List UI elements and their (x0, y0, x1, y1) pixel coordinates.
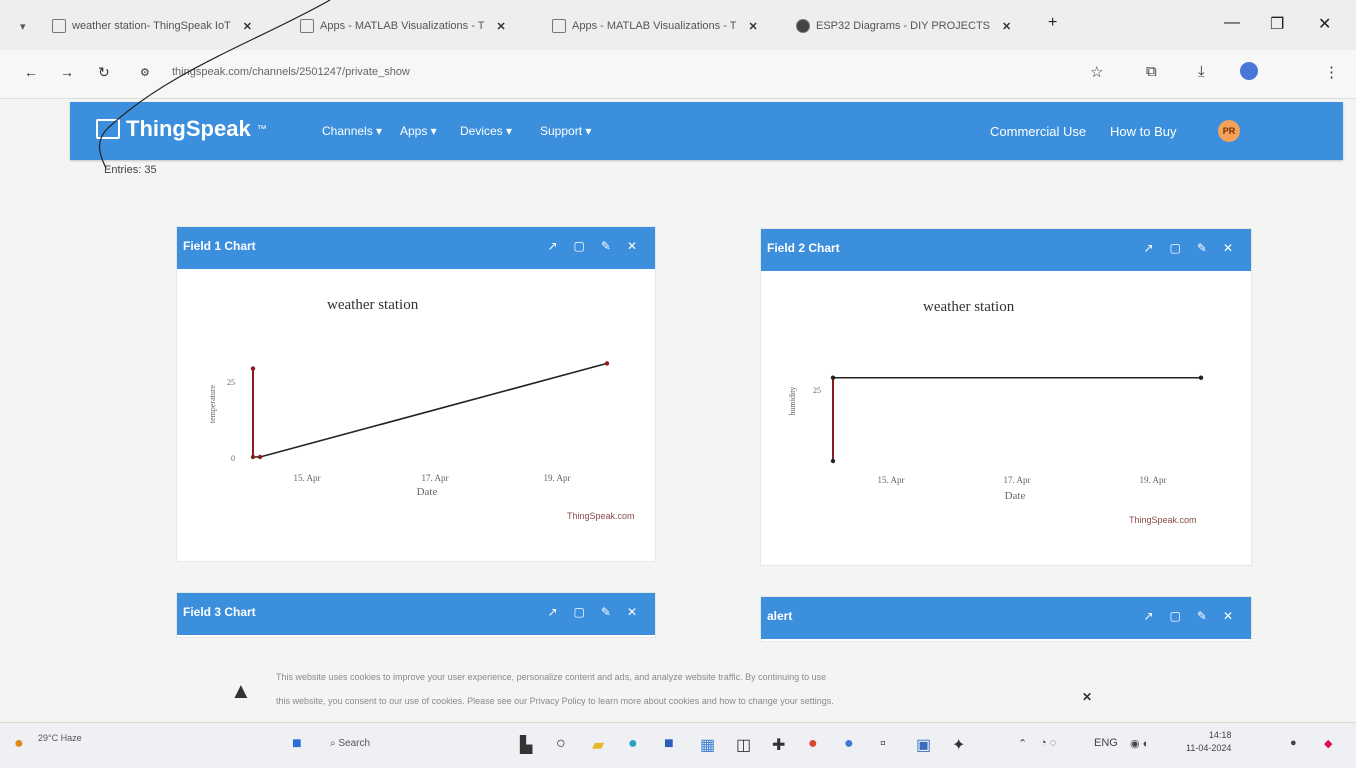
y-tick-label: 25 (813, 386, 821, 395)
app-icon[interactable]: ● (844, 735, 854, 753)
task-view-icon[interactable]: ▙ (520, 735, 532, 755)
plot-area (250, 361, 610, 460)
comment-icon[interactable]: ▢ (1170, 241, 1181, 255)
comment-icon[interactable]: ▢ (1170, 609, 1181, 623)
series-line (253, 362, 608, 458)
edit-pencil-icon[interactable]: ✎ (601, 605, 611, 619)
notification-icon[interactable]: ● (1290, 737, 1297, 749)
chart-source-link[interactable]: ThingSpeak.com (567, 511, 635, 521)
data-point[interactable] (250, 454, 256, 460)
y-tick-label: 0 (231, 454, 235, 463)
close-icon[interactable]: ✕ (1223, 609, 1233, 623)
app-icon[interactable]: ✚ (772, 735, 785, 755)
taskbar-search[interactable]: ⌕ Search (330, 738, 370, 749)
tray-icons[interactable]: ◔ ◌ (1040, 737, 1056, 749)
edit-pencil-icon[interactable]: ✎ (601, 239, 611, 253)
windows-taskbar: ● 29°C Haze ■ ⌕ Search ▙ ○ ▰ ● ■ ▦ ◫ ✚ ●… (0, 722, 1356, 768)
edit-pencil-icon[interactable]: ✎ (1197, 241, 1207, 255)
store-icon[interactable]: ▦ (700, 735, 715, 755)
edge-icon[interactable]: ● (628, 735, 638, 753)
clock[interactable]: 14:18 11-04-2024 (1186, 729, 1231, 755)
y-axis-label: temperature (208, 384, 217, 423)
panel-header: alert ↗ ▢ ✎ ✕ (761, 597, 1251, 639)
cookie-close-button[interactable]: ✕ (1082, 690, 1092, 704)
weather-widget-text[interactable]: 29°C Haze (38, 733, 82, 743)
close-icon[interactable]: ✕ (627, 605, 637, 619)
network-volume-icons[interactable]: ◉ ◐ (1130, 737, 1149, 750)
chat-icon[interactable]: ○ (556, 735, 566, 753)
edit-pencil-icon[interactable]: ✎ (1197, 609, 1207, 623)
data-point[interactable] (257, 454, 263, 460)
tray-overflow-icon[interactable]: ⌃ (1018, 737, 1027, 750)
x-tick-label: 17. Apr (422, 473, 449, 483)
data-point[interactable] (1198, 375, 1204, 380)
x-tick-label: 15. Apr (878, 475, 905, 485)
chrome-icon[interactable]: ● (808, 735, 818, 753)
data-point[interactable] (830, 458, 836, 464)
copilot-icon[interactable]: ◆ (1324, 737, 1332, 750)
open-external-icon[interactable]: ↗ (547, 239, 557, 253)
x-tick-label: 19. Apr (544, 473, 571, 483)
plot-area (830, 375, 1204, 464)
cookie-text-line-2: this website, you consent to our use of … (276, 696, 834, 706)
x-tick-label: 19. Apr (1140, 475, 1167, 485)
field-1-chart-panel: Field 1 Chart ↗ ▢ ✎ ✕ weather station te… (176, 226, 656, 562)
y-axis-label: humidity (788, 387, 797, 416)
y-tick-label: 25 (227, 378, 235, 387)
field-2-chart-panel: Field 2 Chart ↗ ▢ ✎ ✕ weather station hu… (760, 228, 1252, 566)
close-icon[interactable]: ✕ (1223, 241, 1233, 255)
open-external-icon[interactable]: ↗ (1143, 241, 1153, 255)
field-3-chart-panel: Field 3 Chart ↗ ▢ ✎ ✕ (176, 592, 656, 638)
start-icon[interactable]: ■ (292, 735, 302, 753)
open-external-icon[interactable]: ↗ (1143, 609, 1153, 623)
language-indicator[interactable]: ENG (1094, 737, 1118, 749)
app-icon[interactable]: ■ (664, 735, 674, 753)
data-point[interactable] (830, 375, 836, 380)
x-tick-label: 15. Apr (294, 473, 321, 483)
comment-icon[interactable]: ▢ (574, 605, 585, 619)
data-point[interactable] (250, 366, 256, 371)
cookie-banner: ▲ This website uses cookies to improve y… (210, 660, 1150, 722)
panel-title: Field 3 Chart (183, 605, 256, 619)
chart-source-link[interactable]: ThingSpeak.com (1129, 515, 1197, 525)
app-icon[interactable]: ▫ (880, 735, 886, 753)
panel-header: Field 1 Chart ↗ ▢ ✎ ✕ (177, 227, 655, 269)
x-tick-label: 17. Apr (1004, 475, 1031, 485)
comment-icon[interactable]: ▢ (574, 239, 585, 253)
x-axis-label: Date (417, 486, 438, 498)
app-icon[interactable]: ◫ (736, 735, 751, 755)
annotation-drawing (98, 0, 331, 169)
alert-panel: alert ↗ ▢ ✎ ✕ (760, 596, 1252, 642)
file-explorer-icon[interactable]: ▰ (592, 735, 604, 755)
panel-title: Field 1 Chart (183, 239, 256, 253)
app-icon[interactable]: ✦ (952, 735, 965, 755)
app-icon[interactable]: ▣ (916, 735, 931, 755)
panel-title: Field 2 Chart (767, 241, 840, 255)
weather-icon[interactable]: ● (14, 735, 24, 753)
cookie-text-line-1: This website uses cookies to improve you… (276, 672, 827, 682)
panel-title: alert (767, 609, 793, 623)
warning-icon: ▲ (230, 678, 252, 703)
panel-header: Field 2 Chart ↗ ▢ ✎ ✕ (761, 229, 1251, 271)
close-icon[interactable]: ✕ (627, 239, 637, 253)
data-point[interactable] (604, 361, 610, 366)
x-axis-label: Date (1005, 490, 1026, 502)
panel-header: Field 3 Chart ↗ ▢ ✎ ✕ (177, 593, 655, 635)
open-external-icon[interactable]: ↗ (547, 605, 557, 619)
